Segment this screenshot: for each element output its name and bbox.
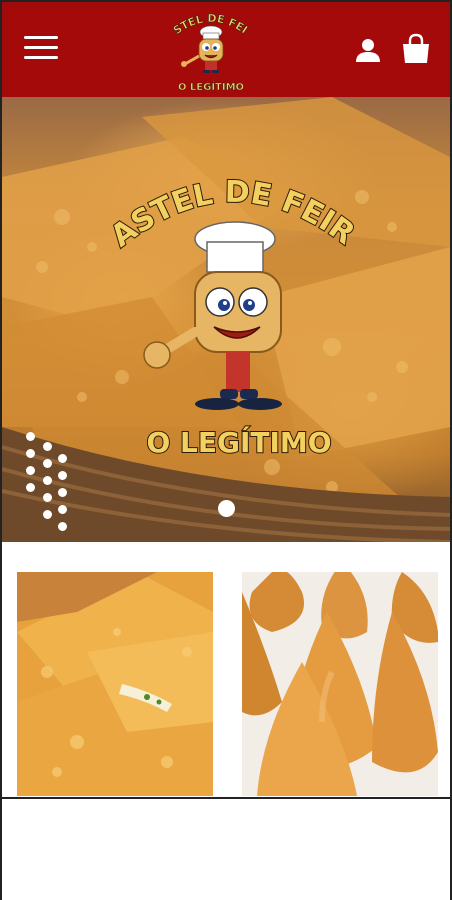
coxinha-photo: [242, 572, 438, 796]
product-card-coxinha[interactable]: [242, 572, 438, 796]
product-card-pastel[interactable]: [17, 572, 213, 796]
shopping-bag-icon[interactable]: [400, 33, 432, 65]
top-bar: PASTEL DE FEIRA O LEGÍTIMO: [2, 2, 450, 97]
brand-logo[interactable]: PASTEL DE FEIRA O LEGÍTIMO: [165, 6, 257, 94]
logo-subtitle: O LEGÍTIMO: [178, 80, 244, 93]
user-icon[interactable]: [354, 36, 382, 64]
app-screen: PASTEL DE FEIRA O LEGÍTIMO: [0, 0, 452, 900]
carousel-indicator-active[interactable]: [218, 500, 235, 517]
product-grid: [2, 542, 450, 797]
hero-banner[interactable]: PASTEL DE FEIRA O LE: [2, 97, 450, 542]
pastel-photo: [17, 572, 213, 796]
bottom-empty-area: [2, 797, 450, 900]
hero-subtitle: O LEGÍTIMO: [146, 425, 331, 459]
decorative-dots: [26, 432, 72, 532]
hamburger-menu-icon[interactable]: [24, 36, 58, 62]
